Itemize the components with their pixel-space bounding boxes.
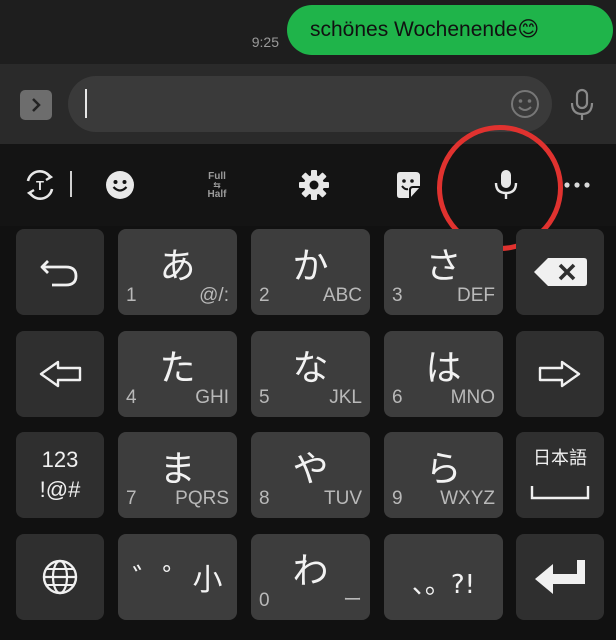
chevron-right-icon bbox=[32, 98, 41, 112]
key-number: 4 bbox=[126, 387, 137, 408]
key-kana: な bbox=[292, 348, 329, 389]
enter-key[interactable] bbox=[516, 534, 604, 620]
undo-key[interactable] bbox=[16, 229, 104, 315]
key-letters: JKL bbox=[329, 387, 362, 408]
dakuten-label: ゛゜小 bbox=[132, 563, 223, 598]
arrow-right-icon bbox=[538, 360, 581, 388]
key-letters: DEF bbox=[457, 285, 495, 306]
key-ma[interactable]: ま 7 PQRS bbox=[118, 432, 237, 518]
gear-icon bbox=[299, 170, 329, 200]
svg-text:T: T bbox=[36, 178, 44, 193]
expand-button[interactable] bbox=[20, 90, 52, 120]
key-number: 3 bbox=[392, 285, 403, 306]
key-a[interactable]: あ 1 @/: bbox=[118, 229, 237, 315]
text-caret bbox=[85, 89, 87, 118]
settings-button[interactable] bbox=[292, 144, 336, 226]
key-kana: や bbox=[292, 449, 329, 490]
enter-icon bbox=[535, 560, 585, 594]
mic-icon[interactable] bbox=[566, 88, 598, 122]
cursor-right-key[interactable] bbox=[516, 331, 604, 417]
punctuation-label: 、。?! bbox=[411, 570, 476, 600]
language-key[interactable] bbox=[16, 534, 104, 620]
arrow-left-icon bbox=[39, 360, 82, 388]
translate-button[interactable]: T bbox=[18, 144, 62, 226]
symbols-line1: 123 bbox=[41, 447, 79, 472]
smiley-icon[interactable] bbox=[510, 89, 540, 119]
key-ta[interactable]: た 4 GHI bbox=[118, 331, 237, 417]
key-sa[interactable]: さ 3 DEF bbox=[384, 229, 503, 315]
globe-icon bbox=[42, 559, 78, 595]
key-kana: さ bbox=[425, 246, 462, 287]
symbols-key[interactable]: 123 !@# bbox=[16, 432, 104, 518]
symbols-label: 123 !@# bbox=[16, 432, 104, 505]
key-letters: PQRS bbox=[175, 488, 229, 509]
emoji-icon bbox=[106, 171, 134, 199]
dakuten-key[interactable]: ゛゜小 bbox=[118, 534, 237, 620]
symbols-line2: !@# bbox=[39, 477, 81, 502]
key-letters: TUV bbox=[324, 488, 362, 509]
key-ha[interactable]: は 6 MNO bbox=[384, 331, 503, 417]
key-number: 6 bbox=[392, 387, 403, 408]
key-kana: あ bbox=[159, 246, 196, 287]
backspace-icon bbox=[534, 258, 587, 286]
message-time: 9:25 bbox=[251, 34, 279, 50]
key-kana: た bbox=[159, 348, 196, 389]
key-kana: か bbox=[292, 246, 329, 287]
space-label: 日本語 bbox=[533, 448, 587, 469]
key-na[interactable]: な 5 JKL bbox=[251, 331, 370, 417]
more-icon bbox=[564, 182, 590, 188]
key-kana: は bbox=[425, 348, 462, 389]
backspace-key[interactable] bbox=[516, 229, 604, 315]
punctuation-key[interactable]: 、。?! bbox=[384, 534, 503, 620]
key-ka[interactable]: か 2 ABC bbox=[251, 229, 370, 315]
full-half-button[interactable]: Full ⇆ Half bbox=[192, 144, 242, 226]
space-bar-icon bbox=[530, 486, 590, 500]
message-input[interactable] bbox=[68, 76, 552, 132]
key-letters: @/: bbox=[199, 285, 229, 306]
key-number: 9 bbox=[392, 488, 403, 509]
key-number: 1 bbox=[126, 285, 137, 306]
translate-icon: T bbox=[26, 170, 54, 200]
emoji-button[interactable] bbox=[98, 144, 142, 226]
key-number: 7 bbox=[126, 488, 137, 509]
sticker-button[interactable] bbox=[386, 144, 430, 226]
full-half-label: Full ⇆ Half bbox=[207, 171, 227, 200]
key-letters: ABC bbox=[322, 285, 362, 306]
key-number: 2 bbox=[259, 285, 270, 306]
sticker-icon bbox=[397, 172, 420, 198]
toolbar-divider bbox=[70, 171, 72, 197]
more-button[interactable] bbox=[562, 144, 592, 226]
half-label: Half bbox=[207, 188, 227, 200]
key-letters: MNO bbox=[450, 387, 495, 408]
undo-icon bbox=[40, 260, 78, 287]
key-wa[interactable]: わ 0 ー bbox=[251, 534, 370, 620]
key-kana: ま bbox=[159, 449, 196, 490]
key-ya[interactable]: や 8 TUV bbox=[251, 432, 370, 518]
space-key[interactable]: 日本語 bbox=[516, 432, 604, 518]
key-number: 5 bbox=[259, 387, 270, 408]
cursor-left-key[interactable] bbox=[16, 331, 104, 417]
key-letters: WXYZ bbox=[440, 488, 495, 509]
key-letters: GHI bbox=[195, 387, 229, 408]
key-kana: ら bbox=[425, 449, 462, 490]
key-number: 8 bbox=[259, 488, 270, 509]
chat-area: 9:25 schönes Wochenende😊 bbox=[0, 0, 616, 64]
key-number: 0 bbox=[259, 590, 270, 611]
key-ra[interactable]: ら 9 WXYZ bbox=[384, 432, 503, 518]
key-letters: ー bbox=[342, 590, 362, 611]
message-bubble[interactable]: schönes Wochenende😊 bbox=[287, 5, 613, 55]
